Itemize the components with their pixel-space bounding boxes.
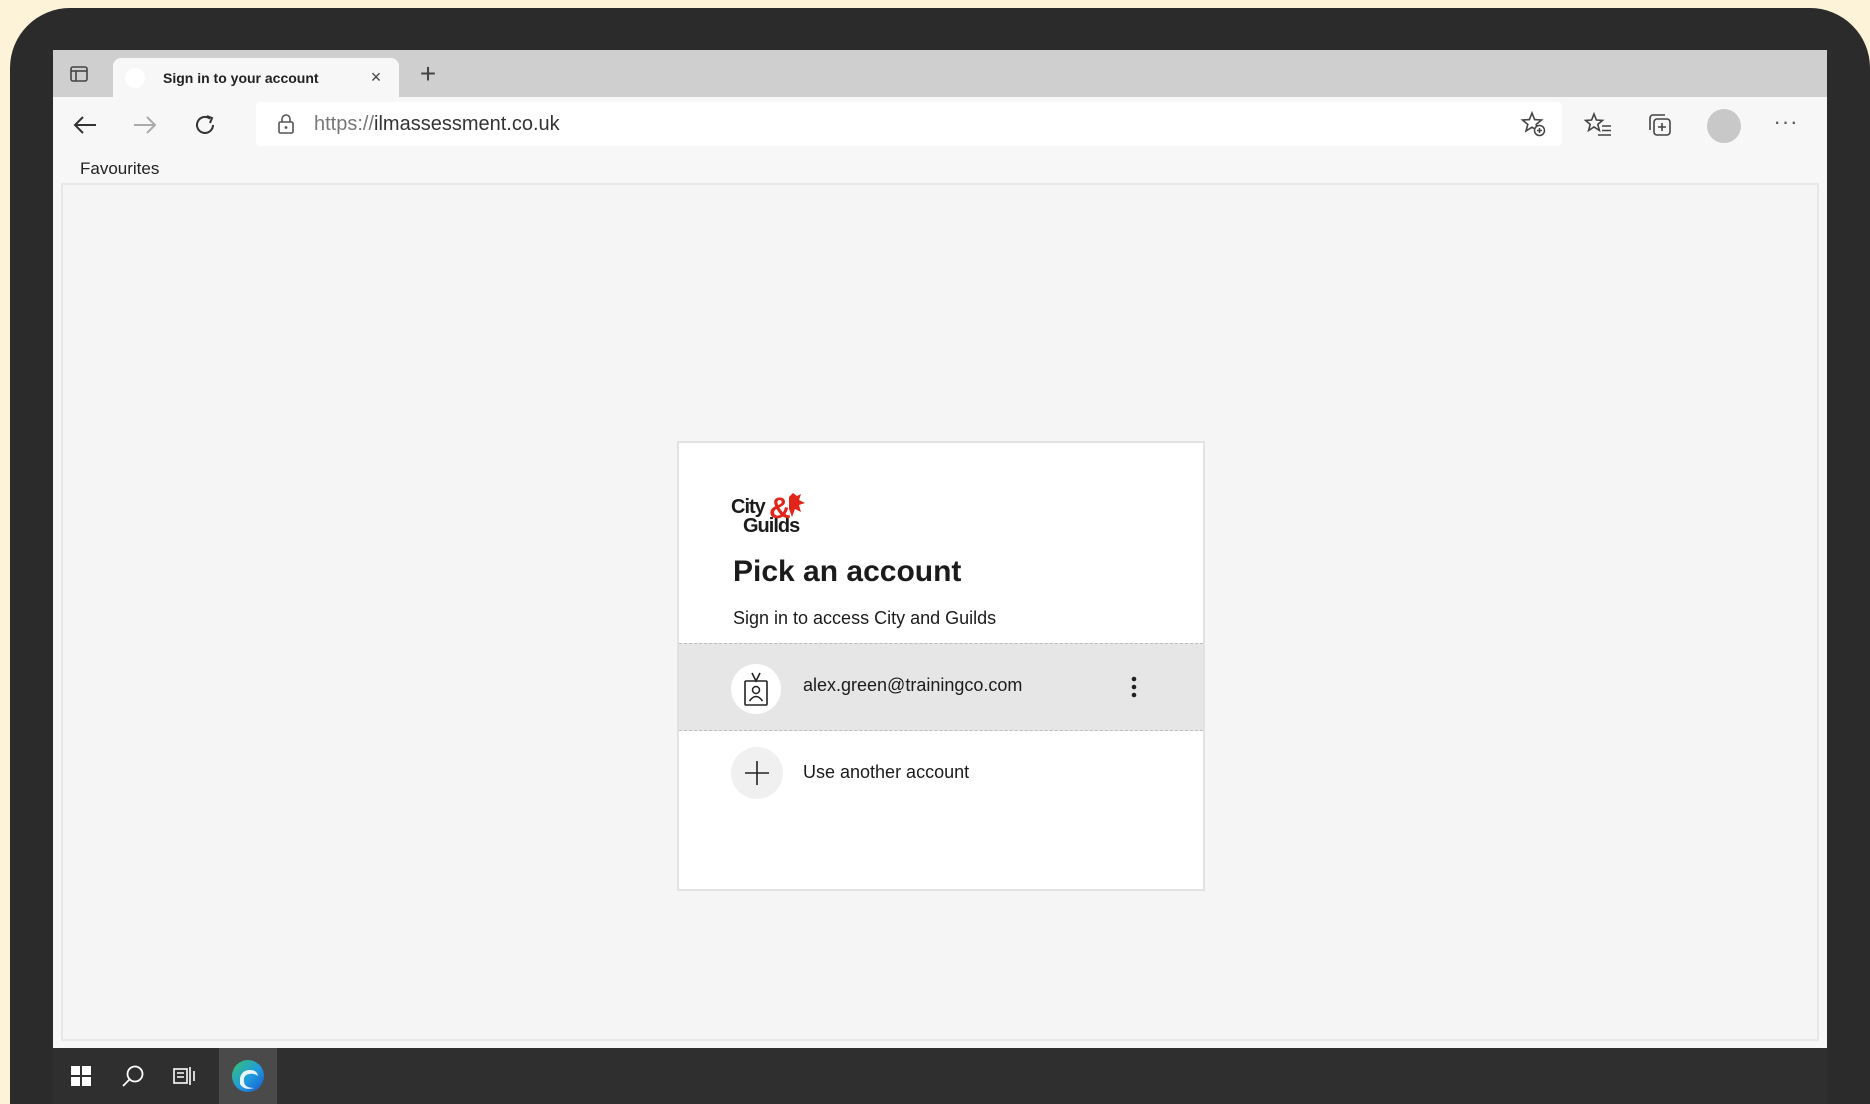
taskbar: [53, 1048, 1827, 1104]
profile-avatar[interactable]: [1707, 109, 1741, 143]
account-email: alex.green@trainingco.com: [803, 675, 1023, 695]
refresh-icon: [196, 115, 214, 134]
windows-icon[interactable]: [63, 1058, 99, 1094]
page-subtitle: Sign in to access City and Guilds: [733, 608, 997, 628]
tab-favicon: [125, 67, 145, 88]
account-picker-card: City Guilds & Pick an account Sign in to…: [677, 441, 1205, 891]
tab-actions-icon[interactable]: [67, 62, 91, 86]
forward-button[interactable]: [129, 109, 161, 141]
svg-text:&: &: [769, 492, 791, 525]
kebab-icon[interactable]: [1119, 670, 1149, 704]
page-title: Pick an account: [733, 555, 962, 588]
edge-taskbar-button[interactable]: [219, 1048, 277, 1104]
city-and-guilds-logo: City Guilds &: [731, 491, 811, 537]
star-add-icon[interactable]: [1516, 107, 1550, 141]
screen: Sign in to your account × + https://ilma…: [53, 50, 1827, 1104]
back-button[interactable]: [69, 109, 101, 141]
task-view-icon[interactable]: [167, 1058, 203, 1094]
tab-active[interactable]: Sign in to your account ×: [113, 58, 399, 97]
plus-icon: [731, 747, 783, 799]
more-options-button[interactable]: ···: [1769, 109, 1803, 139]
lock-icon[interactable]: [272, 110, 300, 138]
favourites-label[interactable]: Favourites: [80, 159, 159, 179]
arrow-left-icon: [73, 116, 96, 134]
collections-icon[interactable]: [1643, 108, 1677, 142]
account-list-item[interactable]: alex.green@trainingco.com: [679, 643, 1203, 731]
url-host: ilmassessment.co.uk: [374, 112, 560, 135]
arrow-right-icon: [134, 116, 157, 134]
tab-strip: Sign in to your account × +: [53, 50, 1827, 97]
use-another-account-label: Use another account: [803, 762, 970, 782]
edge-browser-icon: [232, 1060, 264, 1092]
address-bar[interactable]: https://ilmassessment.co.uk: [256, 102, 1562, 146]
url-text[interactable]: https://ilmassessment.co.uk: [314, 113, 1516, 136]
close-icon[interactable]: ×: [365, 67, 387, 88]
browser-toolbar: https://ilmassessment.co.uk ···: [53, 97, 1827, 151]
url-protocol: https://: [314, 112, 375, 135]
use-another-account-item[interactable]: Use another account: [679, 731, 1203, 819]
new-tab-button[interactable]: +: [413, 60, 443, 90]
page-viewport: City Guilds & Pick an account Sign in to…: [61, 183, 1819, 1041]
tab-title: Sign in to your account: [163, 69, 319, 86]
search-icon[interactable]: [115, 1058, 151, 1094]
favourites-bar: Favourites: [53, 151, 1827, 185]
person-badge-icon: [731, 664, 781, 714]
refresh-button[interactable]: [189, 109, 221, 141]
favorites-icon[interactable]: [1581, 108, 1615, 142]
